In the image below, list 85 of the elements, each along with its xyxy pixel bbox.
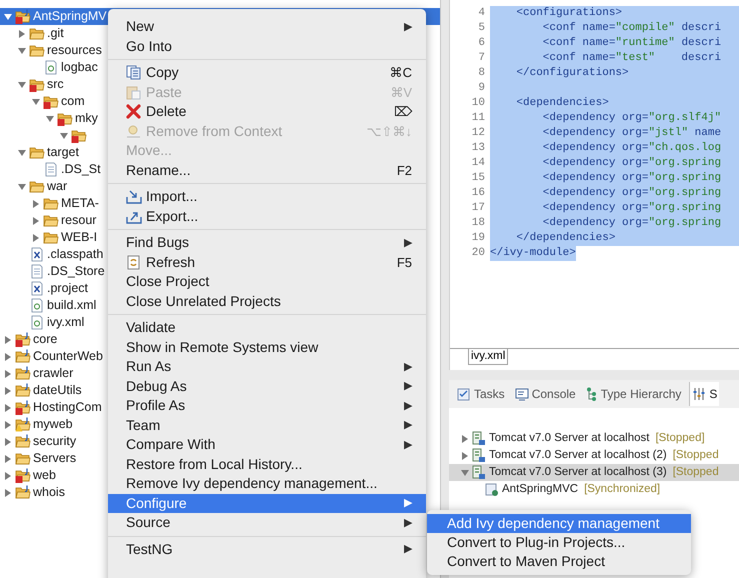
submenu-arrow: ▶	[404, 20, 412, 34]
shortcut-label: ⌘C	[390, 64, 412, 82]
line-number: 15	[470, 171, 486, 186]
server-status: [Stopped]	[655, 430, 705, 446]
tree-item-label: ivy.xml	[47, 314, 84, 332]
submenu-arrow: ▶	[404, 542, 412, 557]
code-line: </configurations>	[515, 66, 629, 81]
code-line: <dependency org="org.spring	[542, 186, 722, 201]
tree-item-label: .DS_Store	[47, 263, 105, 280]
code-line: <conf name="compile" descri	[542, 21, 722, 36]
line-number: 4	[477, 6, 486, 21]
tree-item-label: myweb	[33, 416, 73, 434]
tree-item-label: whois	[33, 484, 65, 502]
code-line: <dependency org="ch.qos.log	[542, 141, 722, 156]
code-line: </ivy-module>	[490, 246, 576, 261]
code-line: <configurations>	[515, 6, 622, 21]
server-status: [Stopped	[672, 464, 719, 480]
code-line: <dependency org="org.spring	[542, 201, 722, 216]
tree-item-label: com	[61, 93, 85, 110]
code-line: <conf name="runtime" descri	[542, 36, 722, 51]
submenu-arrow: ▶	[404, 236, 412, 250]
line-number: 19	[470, 231, 486, 246]
server-status: [Stopped	[672, 448, 719, 463]
line-number: 9	[477, 81, 486, 96]
tree-item-label: .project	[47, 280, 88, 298]
tree-item-label: resour	[61, 212, 96, 230]
tree-item-label: HostingCom	[33, 399, 102, 416]
line-number: 20	[470, 246, 486, 261]
code-line: <dependency org="org.slf4j"	[542, 111, 722, 126]
tree-item-label: war	[47, 178, 68, 196]
tree-item-label: .DS_St	[61, 161, 101, 178]
tree-item-label: security	[33, 433, 76, 450]
tree-item-label: mky	[75, 110, 98, 128]
tree-item-label: dateUtils	[33, 382, 82, 400]
line-number: 5	[477, 21, 486, 36]
tree-item-label: CounterWeb	[33, 348, 103, 366]
line-number: 14	[470, 156, 486, 171]
tree-item-label: core	[33, 331, 58, 348]
tree-item-label: src	[47, 76, 64, 94]
submenu-arrow: ▶	[404, 379, 412, 394]
code-line: </dependencies>	[515, 231, 616, 246]
shortcut-label: F2	[396, 162, 412, 180]
server-name: Tomcat v7.0 Server at localhost	[489, 430, 650, 446]
tree-item-label: WEB-I	[61, 229, 98, 246]
tree-item-label: Servers	[33, 450, 76, 468]
submenu-arrow: ▶	[404, 438, 412, 452]
line-number: 8	[477, 66, 486, 81]
tree-item-label: build.xml	[47, 297, 96, 314]
line-number: 11	[470, 111, 486, 126]
tree-item-label: resources	[47, 42, 102, 60]
code-line: <conf name="test" descri	[542, 51, 722, 66]
tree-item-label: web	[33, 467, 56, 484]
tree-item-label: AntSpringMV	[33, 8, 107, 26]
code-line: <dependency org="org.spring	[542, 156, 722, 171]
shortcut-label: ⌘V	[390, 84, 412, 102]
submenu-arrow: ▶	[404, 496, 412, 511]
line-number: 16	[470, 186, 486, 201]
shortcut-label: ⌥⇧⌘↓	[366, 122, 412, 140]
tree-item-label: .classpath	[47, 246, 104, 264]
tree-item-label: .git	[47, 25, 64, 42]
line-number: 13	[470, 141, 486, 156]
submenu-arrow: ▶	[404, 398, 412, 414]
line-number: 18	[470, 216, 486, 231]
code-line: <dependency org="org.spring	[542, 171, 722, 186]
code-line: <dependencies>	[515, 96, 609, 111]
module-name: AntSpringMVC	[502, 482, 578, 497]
tree-item-label: logbac	[61, 59, 98, 76]
server-name: Tomcat v7.0 Server at localhost (3)	[489, 464, 667, 480]
submenu-arrow: ▶	[404, 418, 412, 433]
tree-item-label: crawler	[33, 365, 74, 382]
submenu-arrow: ▶	[404, 360, 412, 374]
line-number: 7	[477, 51, 486, 66]
line-number: 12	[470, 126, 486, 141]
shortcut-label: F5	[396, 254, 412, 272]
tree-item-label: target	[47, 144, 79, 162]
line-number: 10	[470, 96, 486, 111]
line-number: 17	[470, 201, 486, 216]
shortcut-label: ⌦	[394, 103, 412, 121]
code-line: <dependency org="jstl" name	[542, 126, 722, 141]
module-status: [Synchronized]	[584, 482, 660, 497]
submenu-arrow: ▶	[404, 516, 412, 530]
line-number: 6	[477, 36, 486, 51]
code-line: <dependency org="org.spring	[542, 216, 722, 231]
server-name: Tomcat v7.0 Server at localhost (2)	[489, 448, 667, 463]
tree-item-label: META-	[61, 195, 99, 212]
